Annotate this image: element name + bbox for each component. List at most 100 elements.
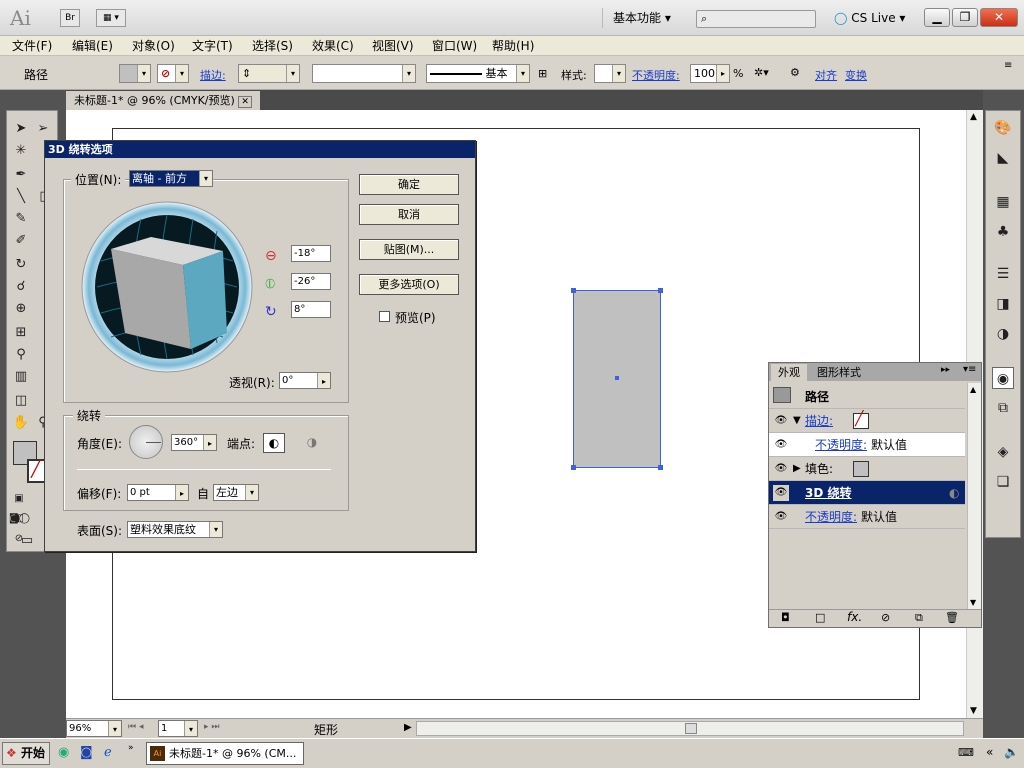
brush-definition-select[interactable]: 基本 ▾ bbox=[426, 64, 530, 83]
panel-options-icon[interactable]: ▾≡ bbox=[963, 364, 976, 375]
screen-mode-icon[interactable]: ▭ bbox=[17, 531, 37, 551]
graphic-style-select[interactable]: ▾ bbox=[594, 64, 626, 83]
menu-view[interactable]: 视图(V) bbox=[372, 38, 414, 54]
volume-icon[interactable]: 🔈 bbox=[1004, 745, 1019, 759]
visibility-eye-icon[interactable]: 👁 bbox=[773, 485, 789, 501]
swatches-icon[interactable]: ▦ bbox=[992, 191, 1014, 213]
selected-rectangle[interactable] bbox=[571, 288, 663, 470]
artboard-tool-icon[interactable]: ◫ bbox=[11, 391, 31, 411]
from-select[interactable]: 左边 ▾ bbox=[213, 484, 259, 501]
pencil-tool-icon[interactable]: ✐ bbox=[11, 231, 31, 251]
add-effect-icon[interactable]: fx. bbox=[847, 610, 862, 624]
gradient-icon[interactable]: ◨ bbox=[992, 293, 1014, 315]
rotation-trackball[interactable] bbox=[81, 201, 253, 373]
visibility-eye-icon[interactable]: 👁 bbox=[773, 509, 789, 525]
offset-field[interactable]: 0 pt ▸ bbox=[127, 484, 189, 501]
cs-live-button[interactable]: ◯ CS Live ▾ bbox=[834, 9, 905, 27]
paintbrush-tool-icon[interactable]: ✎ bbox=[11, 209, 31, 229]
surface-select[interactable]: 塑料效果底纹 ▾ bbox=[127, 521, 223, 538]
menu-object[interactable]: 对象(O) bbox=[132, 38, 175, 54]
appearance-row-fill[interactable]: 👁 ▶ 填色: bbox=[769, 457, 965, 481]
pen-tool-icon[interactable]: ✒ bbox=[11, 165, 31, 185]
appearance-scrollbar[interactable]: ▲ ▼ bbox=[967, 383, 981, 609]
stroke-link[interactable]: 描边: bbox=[805, 413, 833, 429]
hand-tool-icon[interactable]: ✋ bbox=[11, 413, 31, 433]
y-rotation-field[interactable]: -26° bbox=[291, 273, 331, 290]
expand-arrow-icon[interactable]: ▼ bbox=[793, 413, 801, 429]
menu-help[interactable]: 帮助(H) bbox=[492, 38, 534, 54]
variable-width-select[interactable]: ▾ bbox=[312, 64, 416, 83]
angle-field[interactable]: 360° ▸ bbox=[171, 434, 217, 451]
align-link[interactable]: 对齐 bbox=[815, 67, 837, 83]
direct-selection-tool-icon[interactable]: ➢ bbox=[33, 119, 53, 139]
horizontal-scrollbar[interactable] bbox=[416, 721, 964, 736]
line-tool-icon[interactable]: ╲ bbox=[11, 187, 31, 207]
scroll-down-icon[interactable]: ▼ bbox=[970, 598, 976, 607]
visibility-eye-icon[interactable]: 👁 bbox=[773, 437, 789, 453]
quicklaunch-more-icon[interactable]: » bbox=[128, 743, 134, 753]
cap-on-button[interactable]: ◐ bbox=[263, 433, 285, 453]
first-page-icon[interactable]: ⏮ ◂ bbox=[128, 722, 143, 732]
visibility-eye-icon[interactable]: 👁 bbox=[773, 413, 789, 429]
preview-label[interactable]: 预览(P) bbox=[395, 309, 436, 326]
opacity-link[interactable]: 不透明度: bbox=[805, 509, 857, 525]
stroke-none-swatch[interactable]: ╱ bbox=[853, 411, 869, 429]
tab-graphic-styles[interactable]: 图形样式 bbox=[809, 364, 869, 381]
gear-icon[interactable]: ⚙ bbox=[790, 66, 800, 79]
stroke-color-select[interactable]: ⊘ ▾ bbox=[157, 64, 189, 83]
opacity-link[interactable]: 不透明度: bbox=[815, 437, 867, 453]
cap-off-button[interactable]: ◑ bbox=[301, 433, 323, 453]
more-options-button[interactable]: 更多选项(O) bbox=[359, 274, 459, 295]
tab-close-icon[interactable]: ✕ bbox=[238, 96, 252, 108]
graphic-styles-icon[interactable]: ⧉ bbox=[992, 397, 1014, 419]
artboards-icon[interactable]: ❏ bbox=[992, 471, 1014, 493]
menu-edit[interactable]: 编辑(E) bbox=[72, 38, 113, 54]
taskbar-illustrator-item[interactable]: Ai 未标题-1* @ 96% (CM... bbox=[146, 742, 304, 765]
fill-swatch[interactable] bbox=[853, 461, 869, 477]
add-stroke-icon[interactable]: ◘ bbox=[781, 611, 790, 624]
page-select[interactable]: 1 ▾ bbox=[158, 720, 198, 737]
panel-menu-icon[interactable]: ≡ bbox=[1004, 60, 1012, 71]
keyboard-icon[interactable]: ⌨ bbox=[958, 746, 974, 759]
rotate-tool-icon[interactable]: ↻ bbox=[11, 255, 31, 275]
preview-checkbox[interactable] bbox=[379, 311, 390, 322]
quicklaunch-icon[interactable]: ◙ bbox=[80, 745, 93, 760]
color-mode-icon[interactable]: ▣ ◧ ⊘ bbox=[9, 489, 29, 544]
restore-button[interactable]: ❐ bbox=[952, 8, 978, 27]
eyedropper-tool-icon[interactable]: ⚲ bbox=[11, 345, 31, 365]
collapse-arrow-icon[interactable]: ▶ bbox=[793, 461, 801, 477]
ie-icon[interactable]: ℯ bbox=[104, 745, 112, 760]
tray-expand-icon[interactable]: « bbox=[986, 745, 993, 759]
fill-color-select[interactable]: ▾ bbox=[119, 64, 151, 83]
selection-handle[interactable] bbox=[658, 465, 663, 470]
recolor-icon[interactable]: ✲▾ bbox=[754, 66, 769, 79]
visibility-eye-icon[interactable]: 👁 bbox=[773, 461, 789, 477]
scroll-up-icon[interactable]: ▲ bbox=[970, 112, 977, 122]
menu-effect[interactable]: 效果(C) bbox=[312, 38, 354, 54]
panel-collapse-icon[interactable]: ▸▸ bbox=[941, 365, 950, 375]
clear-appearance-icon[interactable]: ⊘ bbox=[881, 611, 890, 624]
last-page-icon[interactable]: ▸ ⏭ bbox=[204, 722, 219, 732]
color-panel-icon[interactable]: 🎨 bbox=[992, 117, 1014, 139]
x-rotation-field[interactable]: -18° bbox=[291, 245, 331, 262]
selection-handle[interactable] bbox=[658, 288, 663, 293]
arrange-documents-button[interactable]: ▦ ▾ bbox=[96, 9, 126, 27]
opacity-field[interactable]: 100 ▸ bbox=[690, 64, 730, 83]
selection-handle[interactable] bbox=[571, 465, 576, 470]
selection-handle[interactable] bbox=[571, 288, 576, 293]
symbols-icon[interactable]: ♣ bbox=[992, 221, 1014, 243]
menu-type[interactable]: 文字(T) bbox=[192, 38, 233, 54]
start-button[interactable]: ❖ 开始 bbox=[2, 742, 50, 765]
duplicate-item-icon[interactable]: ⧉ bbox=[915, 611, 923, 625]
stroke-panel-icon[interactable]: ☰ bbox=[992, 263, 1014, 285]
zoom-select[interactable]: 96% ▾ bbox=[66, 720, 122, 737]
draw-mode-icon[interactable]: ◙◯ bbox=[9, 509, 30, 529]
search-input[interactable]: ⌕ bbox=[696, 10, 816, 28]
warp-tool-icon[interactable]: ☌ bbox=[11, 277, 31, 297]
close-button[interactable]: ✕ bbox=[980, 8, 1018, 27]
appearance-panel-icon[interactable]: ◉ bbox=[992, 367, 1014, 389]
map-art-button[interactable]: 贴图(M)... bbox=[359, 239, 459, 260]
ok-button[interactable]: 确定 bbox=[359, 174, 459, 195]
transform-link[interactable]: 变换 bbox=[845, 67, 867, 83]
menu-file[interactable]: 文件(F) bbox=[12, 38, 52, 54]
